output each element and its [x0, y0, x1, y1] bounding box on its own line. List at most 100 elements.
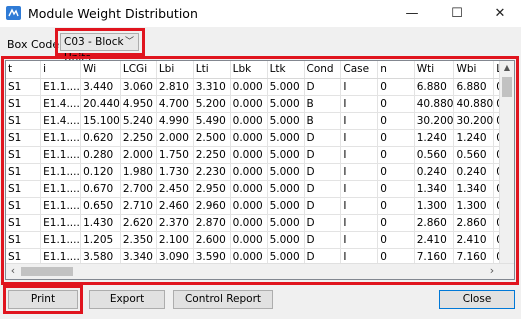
table-cell[interactable]: 0.650 — [80, 197, 121, 215]
table-cell[interactable]: 30.200 — [414, 112, 455, 130]
column-header[interactable]: n — [377, 61, 415, 79]
table-cell[interactable]: 5.000 — [267, 146, 305, 164]
table-cell[interactable]: 2.250 — [193, 146, 231, 164]
table-cell[interactable]: E1.1.... — [40, 214, 82, 232]
table-cell[interactable]: E1.1.... — [40, 146, 82, 164]
maximize-button[interactable]: ☐ — [437, 0, 477, 27]
table-cell[interactable]: 2.710 — [120, 197, 157, 215]
table-cell[interactable]: 0.000 — [230, 197, 268, 215]
table-cell[interactable]: 0.000 — [230, 214, 268, 232]
weight-grid[interactable]: tiWiLCGiLbiLtiLbkLtkCondCasenWtiWbiLci S… — [5, 60, 515, 280]
table-cell[interactable]: 5.000 — [267, 231, 305, 249]
column-header[interactable]: Cond — [304, 61, 342, 79]
table-cell[interactable]: 40.880 — [414, 95, 455, 113]
table-cell[interactable]: 0 — [377, 163, 415, 181]
column-header[interactable]: Lbi — [156, 61, 194, 79]
column-header[interactable]: i — [40, 61, 82, 79]
table-cell[interactable]: E1.1.... — [40, 197, 82, 215]
table-cell[interactable]: 2.700 — [120, 180, 157, 198]
table-cell[interactable]: 2.960 — [193, 197, 231, 215]
table-cell[interactable]: 0 — [377, 180, 415, 198]
table-cell[interactable]: E1.4.... — [40, 95, 82, 113]
table-cell[interactable]: 1.980 — [120, 163, 157, 181]
column-header[interactable]: Lbk — [230, 61, 268, 79]
table-cell[interactable]: I — [340, 112, 379, 130]
table-cell[interactable]: 2.600 — [193, 231, 231, 249]
column-header[interactable]: Wbi — [453, 61, 495, 79]
table-cell[interactable]: 5.000 — [267, 197, 305, 215]
table-cell[interactable]: 0.670 — [80, 180, 121, 198]
table-cell[interactable]: 5.000 — [267, 214, 305, 232]
table-cell[interactable]: 2.450 — [156, 180, 194, 198]
table-cell[interactable]: 1.750 — [156, 146, 194, 164]
table-cell[interactable]: E1.1.... — [40, 163, 82, 181]
box-code-select[interactable]: C03 - Block Units ﹀ — [60, 33, 139, 64]
table-cell[interactable]: S1 — [6, 197, 42, 215]
column-header[interactable]: Lti — [193, 61, 231, 79]
table-cell[interactable]: S1 — [6, 180, 42, 198]
table-cell[interactable]: 4.950 — [120, 95, 157, 113]
table-cell[interactable]: 2.860 — [414, 214, 455, 232]
table-cell[interactable]: 5.200 — [193, 95, 231, 113]
vertical-scrollbar[interactable]: ▲ — [499, 61, 514, 265]
table-cell[interactable]: 30.200 — [453, 112, 495, 130]
table-cell[interactable]: 6.880 — [414, 78, 455, 96]
table-cell[interactable]: 2.100 — [156, 231, 194, 249]
table-cell[interactable]: D — [304, 146, 342, 164]
table-cell[interactable]: S1 — [6, 231, 42, 249]
table-cell[interactable]: 5.240 — [120, 112, 157, 130]
table-cell[interactable]: 0.000 — [230, 163, 268, 181]
table-cell[interactable]: I — [340, 163, 379, 181]
table-row[interactable]: S1 E1.1.... 0.620 2.250 2.000 2.500 0.000 5.000… — [6, 129, 514, 147]
table-cell[interactable]: D — [304, 197, 342, 215]
print-button[interactable]: Print — [8, 290, 78, 309]
table-cell[interactable]: S1 — [6, 163, 42, 181]
table-cell[interactable]: 1.300 — [453, 197, 495, 215]
column-header[interactable]: t — [6, 61, 42, 79]
table-cell[interactable]: 2.350 — [120, 231, 157, 249]
column-header[interactable]: Wi — [80, 61, 121, 79]
horizontal-scrollbar[interactable]: ‹ › — [6, 263, 514, 279]
column-header[interactable]: Wti — [414, 61, 455, 79]
table-row[interactable]: S1 E1.1.... 1.430 2.620 2.370 2.870 0.000 5.000… — [6, 214, 514, 232]
minimize-button[interactable]: — — [392, 0, 432, 27]
table-row[interactable]: S1 E1.1.... 1.205 2.350 2.100 2.600 0.000 5.000… — [6, 231, 514, 249]
table-cell[interactable]: 0 — [377, 129, 415, 147]
table-cell[interactable]: 5.490 — [193, 112, 231, 130]
table-cell[interactable]: I — [340, 231, 379, 249]
table-cell[interactable]: 40.880 — [453, 95, 495, 113]
table-cell[interactable]: 1.300 — [414, 197, 455, 215]
table-cell[interactable]: 1.430 — [80, 214, 121, 232]
table-cell[interactable]: 4.990 — [156, 112, 194, 130]
table-cell[interactable]: 1.240 — [414, 129, 455, 147]
table-cell[interactable]: 0.620 — [80, 129, 121, 147]
horizontal-scroll-thumb[interactable] — [21, 267, 73, 276]
scroll-left-icon[interactable]: ‹ — [6, 264, 20, 279]
table-row[interactable]: S1 E1.1.... 0.120 1.980 1.730 2.230 0.000 5.000… — [6, 163, 514, 181]
table-cell[interactable]: 1.340 — [453, 180, 495, 198]
table-cell[interactable]: 0.120 — [80, 163, 121, 181]
table-cell[interactable]: D — [304, 129, 342, 147]
table-cell[interactable]: S1 — [6, 112, 42, 130]
table-cell[interactable]: 5.000 — [267, 163, 305, 181]
table-cell[interactable]: E1.1.... — [40, 78, 82, 96]
table-row[interactable]: S1 E1.4.... 20.440 4.950 4.700 5.200 0.000 5.00… — [6, 95, 514, 113]
table-cell[interactable]: 5.000 — [267, 129, 305, 147]
column-header[interactable]: LCGi — [120, 61, 157, 79]
table-cell[interactable]: 5.000 — [267, 78, 305, 96]
table-cell[interactable]: 4.700 — [156, 95, 194, 113]
table-cell[interactable]: S1 — [6, 95, 42, 113]
table-cell[interactable]: 2.500 — [193, 129, 231, 147]
table-cell[interactable]: 1.205 — [80, 231, 121, 249]
table-cell[interactable]: 0 — [377, 78, 415, 96]
table-cell[interactable]: 20.440 — [80, 95, 121, 113]
table-cell[interactable]: 5.000 — [267, 95, 305, 113]
table-cell[interactable]: E1.1.... — [40, 180, 82, 198]
table-cell[interactable]: 2.370 — [156, 214, 194, 232]
table-row[interactable]: S1 E1.4.... 15.100 5.240 4.990 5.490 0.000 5.00… — [6, 112, 514, 130]
table-cell[interactable]: 0.000 — [230, 95, 268, 113]
column-header[interactable]: Ltk — [267, 61, 305, 79]
column-header[interactable]: Case — [340, 61, 379, 79]
table-cell[interactable]: 0 — [377, 197, 415, 215]
table-cell[interactable]: D — [304, 231, 342, 249]
